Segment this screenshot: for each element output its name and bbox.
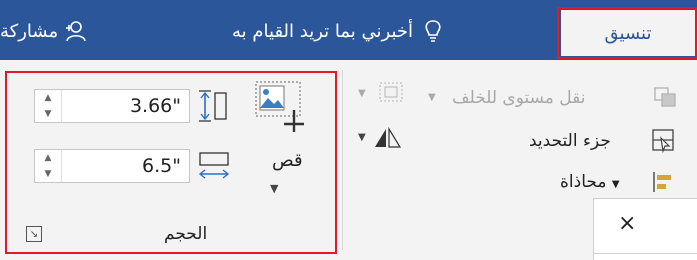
rotate-icon[interactable] [372, 126, 402, 150]
task-pane: × [593, 198, 697, 260]
tell-me-search[interactable]: أخبرني بما تريد القيام به [232, 18, 443, 44]
crop-icon [255, 81, 304, 132]
shape-height-value: 3.66" [129, 95, 181, 117]
send-backward-icon [654, 87, 676, 107]
selection-pane-button[interactable]: جزء التحديد [529, 131, 611, 151]
size-dialog-launcher-icon[interactable]: ↘ [26, 226, 42, 242]
shape-height-input[interactable]: ▲ ▼ 3.66" [34, 89, 190, 123]
width-spin-buttons[interactable]: ▲ ▼ [35, 150, 62, 182]
close-icon[interactable]: × [618, 211, 636, 236]
shape-height-icon [199, 90, 227, 122]
pane-divider [594, 253, 697, 254]
share-button[interactable]: مشاركة [0, 18, 86, 44]
shape-width-value: 6.5" [142, 155, 181, 177]
send-backward-button[interactable]: نقل مستوى للخلف [452, 88, 586, 108]
align-dropdown-icon: ▼ [611, 179, 620, 190]
width-down-icon[interactable]: ▼ [45, 169, 52, 179]
height-spin-buttons[interactable]: ▲ ▼ [35, 90, 62, 122]
group-objects-icon[interactable] [377, 80, 407, 106]
height-up-icon[interactable]: ▲ [45, 93, 52, 103]
selection-pane-icon [652, 129, 674, 154]
group-dropdown-icon[interactable]: ▼ [358, 88, 366, 99]
share-label: مشاركة [0, 20, 59, 42]
size-group-label: الحجم [164, 224, 208, 244]
align-icon [653, 172, 671, 192]
height-down-icon[interactable]: ▼ [45, 109, 52, 119]
crop-button[interactable]: قص [272, 150, 303, 171]
crop-label: قص [272, 150, 303, 171]
person-add-icon [66, 21, 86, 42]
align-button[interactable]: محاذاة ▼ [560, 172, 620, 192]
tab-format[interactable]: تنسيق [561, 10, 695, 56]
tell-me-text: أخبرني بما تريد القيام به [232, 20, 414, 42]
width-up-icon[interactable]: ▲ [45, 153, 52, 163]
selection-pane-label: جزء التحديد [529, 131, 611, 151]
send-backward-dropdown-icon[interactable]: ▼ [428, 92, 436, 103]
send-backward-label: نقل مستوى للخلف [452, 88, 586, 108]
lightbulb-icon [425, 20, 441, 42]
tab-format-label: تنسيق [604, 22, 652, 44]
rotate-dropdown-icon[interactable]: ▼ [358, 132, 366, 143]
shape-width-icon [198, 152, 230, 179]
crop-dropdown-icon[interactable]: ▼ [270, 182, 278, 195]
align-label: محاذاة [560, 172, 607, 192]
shape-width-input[interactable]: ▲ ▼ 6.5" [34, 149, 190, 183]
group-separator [342, 70, 343, 250]
